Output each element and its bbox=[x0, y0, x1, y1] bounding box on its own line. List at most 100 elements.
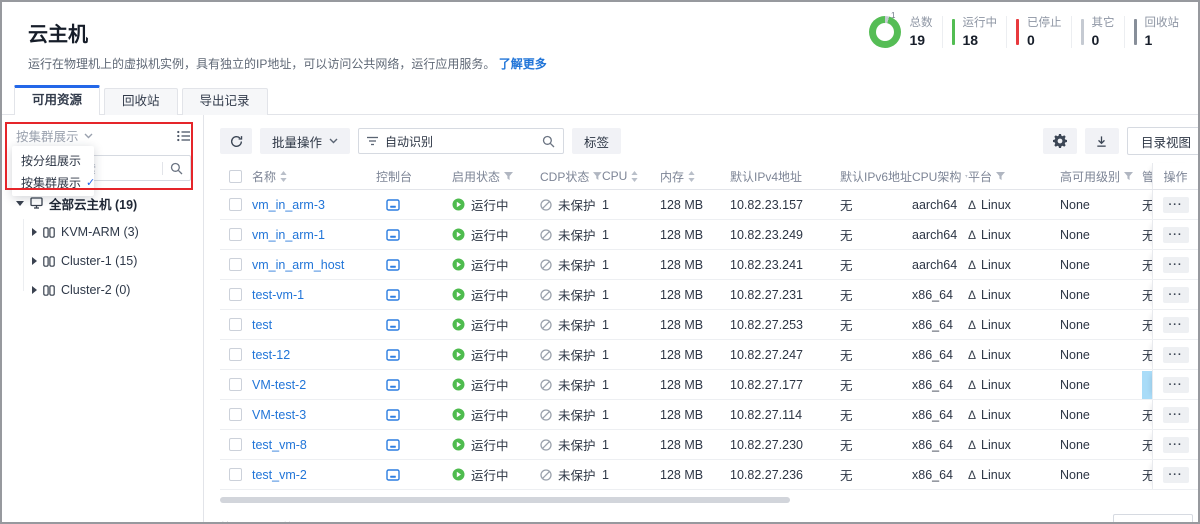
vm-name-link[interactable]: test_vm-2 bbox=[252, 468, 307, 482]
sort-icon[interactable] bbox=[688, 171, 695, 182]
row-actions-button[interactable]: ··· bbox=[1163, 347, 1189, 363]
cdp-status-text: 未保护 bbox=[558, 285, 596, 304]
directory-view-button[interactable]: 目录视图 bbox=[1127, 127, 1200, 155]
clipped-cell: 无 bbox=[1142, 405, 1152, 424]
learn-more-link[interactable]: 了解更多 bbox=[499, 57, 547, 71]
filter-icon[interactable] bbox=[593, 172, 602, 181]
row-checkbox[interactable] bbox=[229, 288, 242, 301]
row-actions-button[interactable]: ··· bbox=[1163, 257, 1189, 273]
sort-icon[interactable] bbox=[280, 171, 287, 182]
column-header[interactable]: 高可用级别 bbox=[1060, 168, 1142, 185]
open-console-button[interactable] bbox=[386, 199, 400, 211]
tree-item[interactable]: KVM-ARM (3) bbox=[2, 222, 203, 242]
caret-right-icon[interactable] bbox=[32, 228, 37, 236]
vm-name-link[interactable]: test-12 bbox=[252, 348, 290, 362]
tree-item[interactable]: 全部云主机 (19) bbox=[2, 193, 203, 213]
vm-name-link[interactable]: VM-test-2 bbox=[252, 378, 306, 392]
row-actions-button[interactable]: ··· bbox=[1163, 407, 1189, 423]
vm-name-link[interactable]: vm_in_arm-1 bbox=[252, 228, 325, 242]
column-header[interactable]: 平台 bbox=[968, 168, 1060, 185]
search-icon[interactable] bbox=[170, 162, 183, 175]
open-console-button[interactable] bbox=[386, 319, 400, 331]
stat-color-bar bbox=[1081, 19, 1084, 45]
open-console-button[interactable] bbox=[386, 469, 400, 481]
filter-icon[interactable] bbox=[504, 172, 513, 181]
settings-button[interactable] bbox=[1043, 128, 1077, 154]
open-console-button[interactable] bbox=[386, 289, 400, 301]
open-console-button[interactable] bbox=[386, 349, 400, 361]
vm-name-link[interactable]: VM-test-3 bbox=[252, 408, 306, 422]
column-header[interactable]: 启用状态 bbox=[452, 168, 540, 185]
row-checkbox[interactable] bbox=[229, 408, 242, 421]
caret-right-icon[interactable] bbox=[32, 286, 37, 294]
open-console-button[interactable] bbox=[386, 409, 400, 421]
tree-item[interactable]: Cluster-1 (15) bbox=[2, 251, 203, 271]
header-checkbox-cell bbox=[220, 170, 252, 183]
power-status-text: 运行中 bbox=[471, 465, 509, 484]
vm-name-link[interactable]: test-vm-1 bbox=[252, 288, 304, 302]
refresh-button[interactable] bbox=[220, 128, 252, 154]
display-mode-option[interactable]: 按集群展示✓ bbox=[12, 171, 94, 193]
ipv4-cell: 10.82.27.236 bbox=[730, 468, 840, 482]
row-checkbox[interactable] bbox=[229, 348, 242, 361]
select-all-checkbox[interactable] bbox=[229, 170, 242, 183]
row-checkbox[interactable] bbox=[229, 438, 242, 451]
search-icon[interactable] bbox=[542, 135, 555, 148]
open-console-button[interactable] bbox=[386, 229, 400, 241]
filter-icon[interactable] bbox=[1124, 172, 1133, 181]
tag-button[interactable]: 标签 bbox=[572, 128, 621, 154]
row-actions-button[interactable]: ··· bbox=[1163, 467, 1189, 483]
scrollbar-thumb[interactable] bbox=[220, 497, 790, 503]
gear-icon bbox=[1053, 134, 1067, 148]
vm-name-link[interactable]: vm_in_arm_host bbox=[252, 258, 344, 272]
caret-down-icon[interactable] bbox=[16, 201, 24, 206]
row-actions-button[interactable]: ··· bbox=[1163, 227, 1189, 243]
bulk-actions-button[interactable]: 批量操作 bbox=[260, 128, 350, 154]
row-actions-button[interactable]: ··· bbox=[1163, 197, 1189, 213]
row-checkbox[interactable] bbox=[229, 228, 242, 241]
caret-right-icon[interactable] bbox=[32, 257, 37, 265]
filter-icon[interactable] bbox=[996, 172, 1005, 181]
vm-search-input[interactable]: 自动识别 bbox=[358, 128, 564, 154]
clipped-cell: 无 bbox=[1142, 345, 1152, 364]
list-view-icon[interactable] bbox=[177, 130, 191, 142]
unprotected-status-icon bbox=[540, 319, 552, 331]
column-header[interactable]: 内存 bbox=[660, 168, 730, 185]
tab-2[interactable]: 导出记录 bbox=[182, 88, 268, 115]
tab-1[interactable]: 回收站 bbox=[104, 88, 178, 115]
open-console-button[interactable] bbox=[386, 259, 400, 271]
row-checkbox[interactable] bbox=[229, 198, 242, 211]
unprotected-status-icon bbox=[540, 229, 552, 241]
page-number-1[interactable]: 1 bbox=[1044, 520, 1062, 524]
open-console-button[interactable] bbox=[386, 379, 400, 391]
row-actions-button[interactable]: ··· bbox=[1163, 377, 1189, 393]
vm-name-link[interactable]: test bbox=[252, 318, 272, 332]
row-actions-button[interactable]: ··· bbox=[1163, 437, 1189, 453]
column-header[interactable]: 名称 bbox=[252, 168, 376, 185]
vm-name-link[interactable]: test_vm-8 bbox=[252, 438, 307, 452]
console-icon bbox=[386, 409, 400, 421]
ha-cell: None bbox=[1060, 318, 1142, 332]
page-size-select[interactable]: 10 项/页 bbox=[1113, 514, 1193, 524]
row-checkbox[interactable] bbox=[229, 258, 242, 271]
row-checkbox[interactable] bbox=[229, 378, 242, 391]
cpu-cell: 1 bbox=[602, 378, 660, 392]
row-checkbox[interactable] bbox=[229, 318, 242, 331]
column-header[interactable]: CDP状态 bbox=[540, 168, 602, 185]
page-number-2[interactable]: 2 bbox=[1066, 520, 1084, 524]
column-header[interactable]: CPU bbox=[602, 169, 660, 183]
sort-icon[interactable] bbox=[631, 171, 638, 182]
display-mode-selector[interactable]: 按集群展示 bbox=[16, 126, 93, 145]
vm-name-link[interactable]: vm_in_arm-3 bbox=[252, 198, 325, 212]
platform-cell: ΔLinux bbox=[968, 378, 1060, 392]
tab-0[interactable]: 可用资源 bbox=[14, 85, 100, 115]
platform-cell: ΔLinux bbox=[968, 288, 1060, 302]
display-mode-option[interactable]: 按分组展示 bbox=[12, 149, 94, 171]
row-actions-button[interactable]: ··· bbox=[1163, 317, 1189, 333]
open-console-button[interactable] bbox=[386, 439, 400, 451]
tree-item[interactable]: Cluster-2 (0) bbox=[2, 280, 203, 300]
row-checkbox[interactable] bbox=[229, 468, 242, 481]
export-button[interactable] bbox=[1085, 128, 1119, 154]
column-header[interactable]: CPU架构 bbox=[912, 168, 968, 185]
row-actions-button[interactable]: ··· bbox=[1163, 287, 1189, 303]
